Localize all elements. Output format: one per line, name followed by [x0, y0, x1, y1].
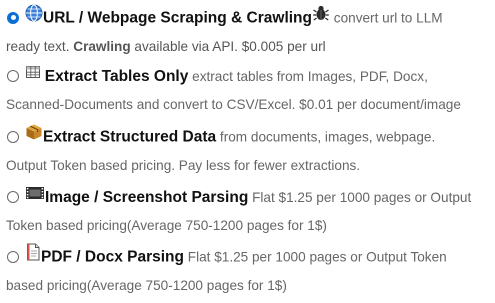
radio-pdf-docx-parsing[interactable]	[7, 250, 19, 263]
option-description-line2: Output Token based pricing. Pay less for…	[6, 158, 361, 173]
option-description: from documents, images, webpage.	[219, 129, 436, 145]
option-description-line2: ready text. Crawling available via API. …	[0, 34, 490, 60]
globe-icon	[25, 4, 43, 31]
bug-icon	[312, 4, 330, 31]
desc-prefix: ready text.	[6, 39, 74, 54]
table-icon	[25, 63, 41, 89]
option-pdf-docx-parsing[interactable]: PDF / Docx Parsing Flat $1.25 per 1000 p…	[0, 243, 490, 299]
desc-bold: Crawling	[73, 39, 131, 54]
pricing-options-list: URL / Webpage Scraping & Crawling conver…	[0, 0, 495, 303]
option-description-line2: Token based pricing(Average 750-1200 pag…	[6, 218, 327, 233]
option-url-scraping[interactable]: URL / Webpage Scraping & Crawling conver…	[0, 4, 490, 60]
option-title: Image / Screenshot Parsing	[45, 189, 249, 207]
option-extract-tables[interactable]: Extract Tables Only extract tables from …	[0, 63, 490, 118]
desc-suffix: available via API. $0.005 per url	[130, 39, 326, 54]
option-description: convert url to LLM	[333, 10, 443, 26]
document-icon	[25, 243, 41, 270]
option-description-line2: based pricing(Average 750-1200 pages for…	[6, 278, 287, 293]
option-title: Extract Tables Only	[44, 68, 189, 86]
radio-url-scraping[interactable]	[7, 11, 19, 24]
radio-structured-data[interactable]	[7, 130, 19, 143]
radio-extract-tables[interactable]	[7, 70, 19, 82]
option-structured-data[interactable]: Extract Structured Data from documents, …	[0, 123, 490, 179]
option-title: URL / Webpage Scraping & Crawling	[43, 9, 312, 27]
film-icon	[25, 184, 45, 210]
radio-image-parsing[interactable]	[7, 191, 19, 203]
option-description: Flat $1.25 per 1000 pages or Output Toke…	[187, 249, 447, 265]
option-description: extract tables from Images, PDF, Docx,	[192, 69, 428, 85]
package-icon	[25, 123, 43, 150]
option-description: Flat $1.25 per 1000 pages or Output	[252, 190, 472, 206]
option-description-line2: Scanned-Documents and convert to CSV/Exc…	[6, 97, 461, 112]
option-title: PDF / Docx Parsing	[41, 248, 184, 266]
option-title: Extract Structured Data	[43, 128, 217, 146]
option-image-parsing[interactable]: Image / Screenshot Parsing Flat $1.25 pe…	[0, 184, 490, 239]
